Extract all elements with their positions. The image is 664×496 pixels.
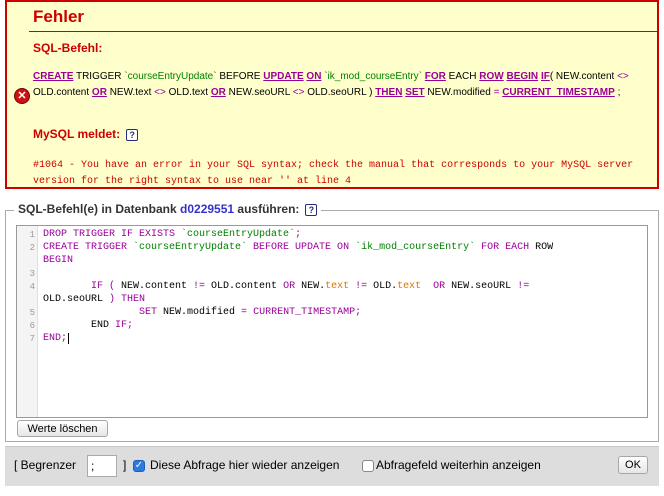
line-number: 4 <box>29 282 35 292</box>
show-query-label[interactable]: Diese Abfrage hier wieder anzeigen <box>150 458 339 472</box>
line-number: 6 <box>29 321 35 331</box>
show-query-checkbox[interactable]: ✓ <box>133 460 145 472</box>
line-number: 3 <box>29 269 35 279</box>
mysql-says-label: MySQL meldet:? <box>33 127 139 141</box>
code-line: END; <box>43 333 70 344</box>
code-line: END IF; <box>43 320 134 331</box>
error-title-divider <box>29 31 657 32</box>
ok-button[interactable]: OK <box>618 456 648 474</box>
help-icon[interactable]: ? <box>305 203 318 216</box>
delimiter-label-close: ] <box>123 458 127 472</box>
code-line: DROP TRIGGER IF EXISTS `courseEntryUpdat… <box>43 229 302 240</box>
sql-command-label: SQL-Befehl: <box>33 41 103 55</box>
code-line: OLD.seoURL ) THEN <box>43 294 146 305</box>
sql-keyword-link[interactable]: ROW <box>479 71 503 82</box>
failed-sql-line-1: CREATE TRIGGER `courseEntryUpdate` BEFOR… <box>33 71 629 82</box>
line-number: 1 <box>29 230 35 240</box>
sql-editor[interactable]: 1 2 3 4 5 6 7 DROP TRIGGER IF EXISTS `co… <box>16 225 648 418</box>
sql-keyword-link[interactable]: FOR <box>425 71 446 82</box>
sql-keyword-link[interactable]: ON <box>306 71 321 82</box>
sql-keyword-link[interactable]: SET <box>405 87 424 98</box>
sql-keyword-link[interactable]: CREATE <box>33 71 73 82</box>
failed-sql-line-2: OLD.content OR NEW.text <> OLD.text OR N… <box>33 87 621 98</box>
error-message: #1064 - You have an error in your SQL sy… <box>33 160 634 187</box>
query-options-bar: [ Begrenzer ] ✓ Diese Abfrage hier wiede… <box>5 446 659 486</box>
code-line: IF ( NEW.content != OLD.content OR NEW.t… <box>43 281 530 292</box>
clear-values-button[interactable]: Werte löschen <box>17 420 108 437</box>
sql-query-fieldset: SQL-Befehl(e) in Datenbank d0229551 ausf… <box>5 202 659 442</box>
line-number: 5 <box>29 308 35 318</box>
error-title: Fehler <box>33 7 85 26</box>
fieldset-legend: SQL-Befehl(e) in Datenbank d0229551 ausf… <box>14 202 322 216</box>
sql-keyword-link[interactable]: OR <box>92 87 107 98</box>
line-number-gutter: 1 2 3 4 5 6 7 <box>17 226 38 417</box>
sql-function-link[interactable]: CURRENT_TIMESTAMP <box>502 87 615 98</box>
sql-keyword-link[interactable]: OR <box>211 87 226 98</box>
code-line: BEGIN <box>43 255 74 266</box>
code-line: CREATE TRIGGER `courseEntryUpdate` BEFOR… <box>43 242 554 253</box>
sql-keyword-link[interactable]: THEN <box>375 87 402 98</box>
delimiter-input[interactable] <box>87 455 117 477</box>
sql-keyword-link[interactable]: BEGIN <box>506 71 538 82</box>
help-icon[interactable]: ? <box>126 128 139 141</box>
delimiter-label: [ Begrenzer <box>14 458 77 472</box>
line-number: 7 <box>29 334 35 344</box>
text-cursor <box>68 333 70 344</box>
error-icon: ✕ <box>14 88 30 104</box>
line-number: 2 <box>29 243 35 253</box>
error-panel: Fehler SQL-Befehl: ✕ CREATE TRIGGER `cou… <box>5 0 659 189</box>
database-link[interactable]: d0229551 <box>180 202 234 216</box>
keep-query-field-checkbox[interactable] <box>362 460 374 472</box>
keep-query-field-label[interactable]: Abfragefeld weiterhin anzeigen <box>376 458 541 472</box>
code-line: SET NEW.modified = CURRENT_TIMESTAMP; <box>43 307 362 318</box>
sql-function-link[interactable]: IF <box>541 71 550 82</box>
sql-keyword-link[interactable]: UPDATE <box>263 71 303 82</box>
